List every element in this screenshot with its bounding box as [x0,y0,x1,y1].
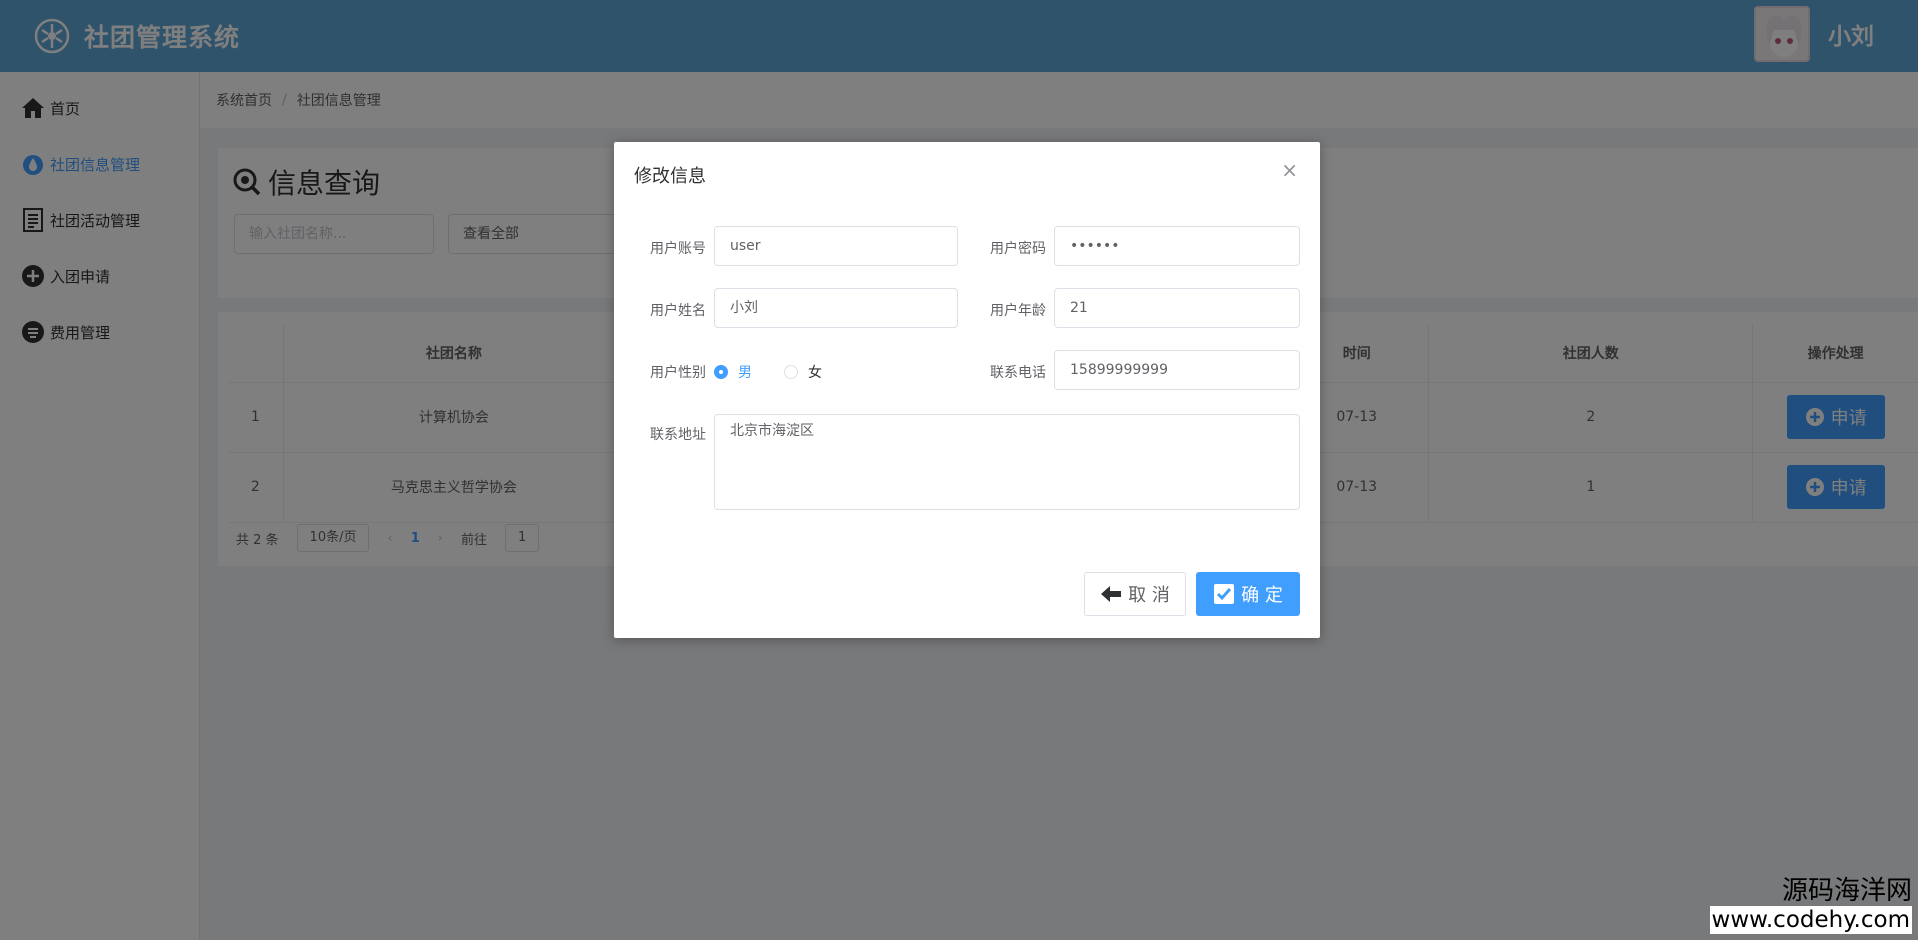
account-field[interactable]: user [714,226,958,266]
gender-label: 用户性别 [650,365,706,381]
phone-field[interactable]: 15899999999 [1054,350,1300,390]
edit-info-dialog: 修改信息 × 用户账号 user 用户密码 •••••• 用户姓名 小刘 用户年… [614,142,1320,638]
address-label: 联系地址 [650,427,706,443]
confirm-button[interactable]: 确 定 [1196,572,1300,616]
gender-male-radio[interactable]: 男 [714,362,752,382]
confirm-label: 确 定 [1241,585,1283,606]
address-textarea[interactable]: 北京市海淀区 [714,414,1300,510]
password-field[interactable]: •••••• [1054,226,1300,266]
age-label: 用户年龄 [990,303,1046,319]
gender-male-label: 男 [738,365,752,381]
radio-dot [784,365,798,379]
age-field[interactable]: 21 [1054,288,1300,328]
watermark-line2: www.codehy.com [1709,906,1912,934]
dialog-title: 修改信息 [634,166,706,187]
name-field[interactable]: 小刘 [714,288,958,328]
radio-dot [714,365,728,379]
account-label: 用户账号 [650,241,706,257]
name-label: 用户姓名 [650,303,706,319]
arrow-left-icon [1101,586,1122,602]
checkbox-icon [1214,584,1235,604]
watermark-line1: 源码海洋网 [1781,876,1912,906]
close-icon[interactable]: × [1281,160,1298,180]
cancel-button[interactable]: 取 消 [1084,572,1186,616]
watermark: 源码海洋网 www.codehy.com [1709,876,1912,934]
password-label: 用户密码 [990,241,1046,257]
cancel-label: 取 消 [1128,585,1170,606]
gender-female-label: 女 [808,365,822,381]
phone-label: 联系电话 [990,365,1046,381]
gender-female-radio[interactable]: 女 [784,362,822,382]
